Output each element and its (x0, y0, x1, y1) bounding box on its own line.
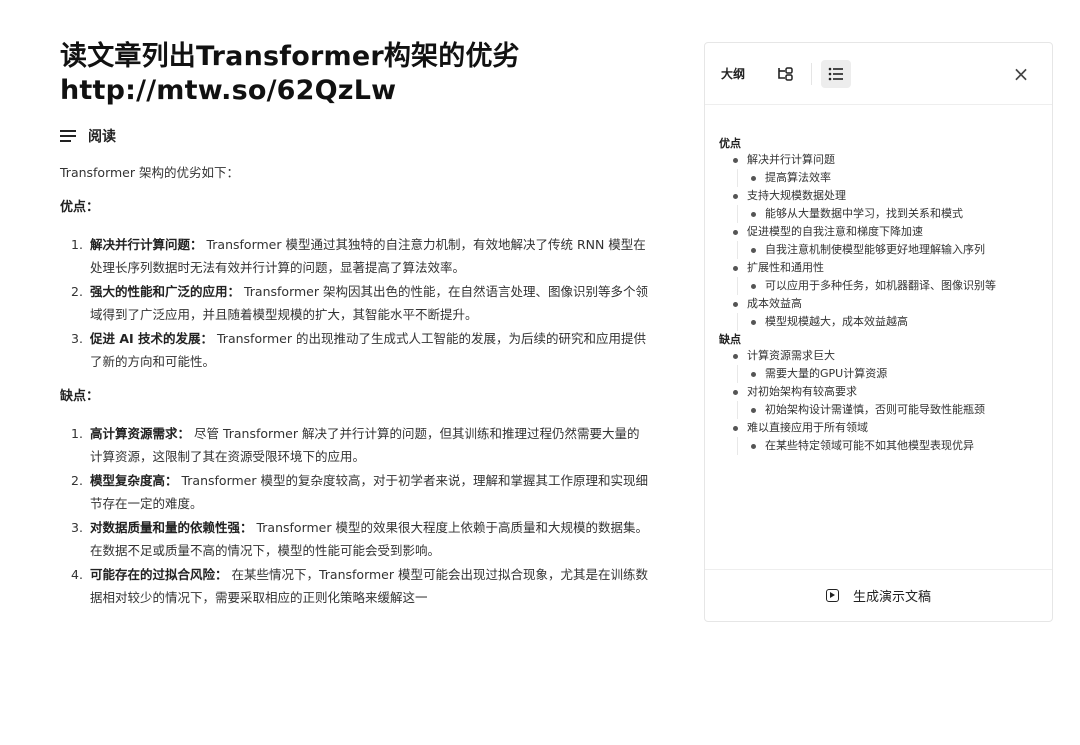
list-number: 1. (71, 237, 83, 252)
header-divider (811, 63, 812, 85)
outline-item[interactable]: 计算资源需求巨大 (719, 347, 1045, 365)
list-item-lead: 强大的性能和广泛的应用： (90, 284, 241, 299)
intro-text: Transformer 架构的优劣如下： (60, 165, 239, 180)
list-item: 4. 可能存在的过拟合风险： 在某些情况下，Transformer 模型可能会出现… (71, 563, 650, 609)
outline-section-cons: 缺点 (719, 333, 741, 346)
read-header: 阅读 (60, 126, 650, 146)
outline-panel: 大纲 × 优点 解决并行计算问题 提高算法效率 支持大规模数据处理 能够从大量数据中学… (704, 42, 1053, 622)
outline-subitem[interactable]: 模型规模越大，成本效益越高 (737, 313, 1045, 331)
outline-section-pros: 优点 (719, 137, 741, 150)
outline-item[interactable]: 扩展性和通用性 (719, 259, 1045, 277)
title-line-2[interactable]: http://mtw.so/62QzLw (60, 74, 650, 108)
outline-item[interactable]: 支持大规模数据处理 (719, 187, 1045, 205)
outline-item[interactable]: 难以直接应用于所有领域 (719, 419, 1045, 437)
list-icon[interactable] (821, 60, 851, 88)
list-number: 4. (71, 567, 83, 582)
list-number: 3. (71, 520, 83, 535)
pros-list: 1. 解决并行计算问题： Transformer 模型通过其独特的自注意力机制，有… (60, 233, 650, 373)
close-icon[interactable]: × (1011, 64, 1031, 84)
list-item: 3. 对数据质量和量的依赖性强： Transformer 模型的效果很大程度上依赖… (71, 516, 650, 562)
generate-presentation-button[interactable]: 生成演示文稿 (705, 569, 1052, 621)
list-item-lead: 高计算资源需求： (90, 426, 191, 441)
outline-item[interactable]: 促进模型的自我注意和梯度下降加速 (719, 223, 1045, 241)
list-item-lead: 解决并行计算问题： (90, 237, 203, 252)
list-item: 2. 强大的性能和广泛的应用： Transformer 架构因其出色的性能，在自然… (71, 280, 650, 326)
outline-subitem[interactable]: 可以应用于多种任务，如机器翻译、图像识别等 (737, 277, 1045, 295)
mindmap-icon[interactable] (777, 66, 795, 82)
outline-item[interactable]: 成本效益高 (719, 295, 1045, 313)
presentation-play-icon (825, 589, 839, 602)
read-label: 阅读 (88, 129, 116, 145)
list-number: 3. (71, 331, 83, 346)
list-item-lead: 促进 AI 技术的发展： (90, 331, 214, 346)
outline-subitem[interactable]: 自我注意机制使模型能够更好地理解输入序列 (737, 241, 1045, 259)
list-number: 2. (71, 284, 83, 299)
list-item-lead: 模型复杂度高： (90, 473, 178, 488)
page-title: 读文章列出Transformer构架的优劣 http://mtw.so/62Qz… (60, 40, 650, 108)
outline-cons-items: 计算资源需求巨大 需要大量的GPU计算资源 对初始架构有较高要求 初始架构设计需谨慎，… (719, 347, 1045, 455)
outline-item[interactable]: 对初始架构有较高要求 (719, 383, 1045, 401)
outline-label: 大纲 (721, 67, 746, 81)
article: 读文章列出Transformer构架的优劣 http://mtw.so/62Qz… (60, 40, 650, 610)
list-item: 3. 促进 AI 技术的发展： Transformer 的出现推动了生成式人工智能… (71, 327, 650, 373)
outline-subitem[interactable]: 在某些特定领域可能不如其他模型表现优异 (737, 437, 1045, 455)
title-line-1: 读文章列出Transformer构架的优劣 (60, 41, 520, 72)
panel-header: 大纲 × (705, 43, 1052, 105)
list-item: 2. 模型复杂度高： Transformer 模型的复杂度较高，对于初学者来说，理… (71, 469, 650, 515)
generate-presentation-label: 生成演示文稿 (852, 590, 931, 605)
list-item: 1. 高计算资源需求： 尽管 Transformer 解决了并行计算的问题，但其训… (71, 422, 650, 468)
outline-subitem[interactable]: 初始架构设计需谨慎，否则可能导致性能瓶颈 (737, 401, 1045, 419)
list-number: 1. (71, 426, 83, 441)
cons-heading: 缺点： (60, 389, 100, 404)
lines-icon (60, 129, 76, 143)
outline-pros-items: 解决并行计算问题 提高算法效率 支持大规模数据处理 能够从大量数据中学习，找到关系和模… (719, 151, 1045, 331)
pros-heading: 优点： (60, 200, 100, 215)
list-number: 2. (71, 473, 83, 488)
outline-subitem[interactable]: 需要大量的GPU计算资源 (737, 365, 1045, 383)
cons-list: 1. 高计算资源需求： 尽管 Transformer 解决了并行计算的问题，但其训… (60, 422, 650, 609)
outline-item[interactable]: 解决并行计算问题 (719, 151, 1045, 169)
list-item-lead: 对数据质量和量的依赖性强： (90, 520, 253, 535)
outline-subitem[interactable]: 提高算法效率 (737, 169, 1045, 187)
outline-subitem[interactable]: 能够从大量数据中学习，找到关系和模式 (737, 205, 1045, 223)
outline-tree: 优点 解决并行计算问题 提高算法效率 支持大规模数据处理 能够从大量数据中学习，找到关… (719, 135, 1045, 455)
list-item: 1. 解决并行计算问题： Transformer 模型通过其独特的自注意力机制，有… (71, 233, 650, 279)
list-item-lead: 可能存在的过拟合风险： (90, 567, 228, 582)
